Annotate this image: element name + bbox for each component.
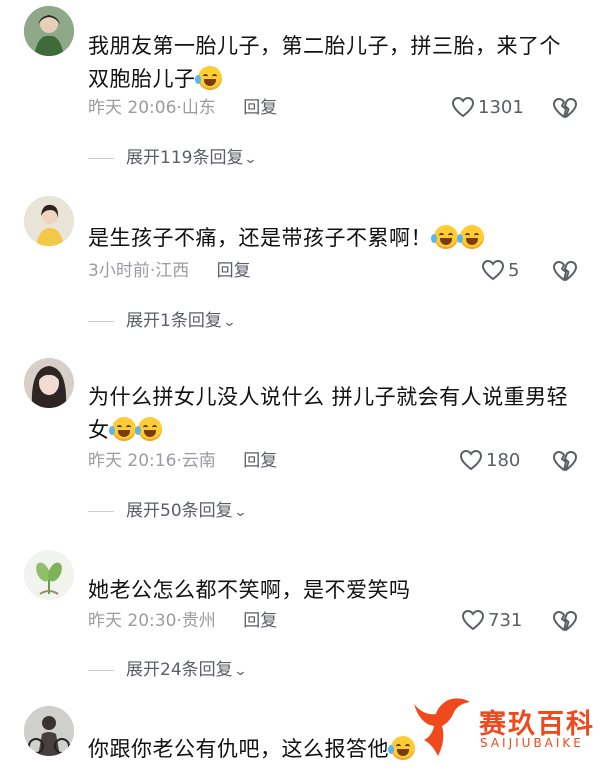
like-count: 731 [488, 610, 523, 631]
heart-outline-icon [451, 96, 475, 118]
reply-button[interactable]: 回复 [243, 451, 277, 471]
comment-time: 昨天 20:06 [88, 98, 177, 118]
laughing-tears-emoji-icon [134, 417, 162, 441]
dislike-button[interactable] [552, 96, 578, 122]
divider-line [88, 157, 114, 159]
watermark-logo: 赛玖百科 SAIJIUBAIKE [408, 696, 593, 766]
username-blurred[interactable] [88, 711, 198, 725]
broken-heart-icon [553, 261, 577, 281]
comment-text: 我朋友第一胎儿子，第二胎儿子，拼三胎，来了个双胞胎儿子 [88, 34, 561, 91]
username-blurred[interactable] [88, 549, 208, 563]
comment-text: 她老公怎么都不笑啊，是不爱笑吗 [88, 578, 411, 602]
like-button[interactable]: 180 [459, 448, 520, 474]
comment-text: 是生孩子不痛，还是带孩子不累啊！ [88, 222, 578, 255]
divider-line [88, 669, 114, 671]
comment-time: 昨天 20:16 [88, 451, 177, 471]
avatar[interactable] [24, 6, 74, 56]
expand-replies-button[interactable]: 展开24条回复⌄ [88, 658, 248, 682]
like-count: 180 [486, 450, 521, 471]
heart-outline-icon [481, 259, 505, 281]
username-blurred[interactable] [88, 355, 328, 369]
laughing-tears-emoji-icon [108, 417, 136, 441]
like-button[interactable]: 731 [461, 608, 522, 634]
whale-tail-logo-icon [414, 698, 470, 756]
reply-button[interactable]: 回复 [243, 98, 277, 118]
laughing-tears-emoji-icon [431, 225, 458, 249]
dislike-button[interactable] [552, 449, 578, 475]
comment-location: 贵州 [181, 611, 216, 631]
chevron-down-icon: ⌄ [233, 664, 248, 679]
divider-line [88, 320, 114, 322]
comment-meta: 昨天 20:06·山东 回复 [88, 98, 278, 118]
chevron-down-icon: ⌄ [222, 315, 237, 330]
divider-line [88, 510, 114, 512]
like-button[interactable]: 1301 [451, 95, 524, 121]
chevron-down-icon: ⌄ [243, 152, 258, 167]
chevron-down-icon: ⌄ [233, 505, 248, 520]
laughing-tears-emoji-icon [194, 66, 222, 90]
avatar[interactable] [24, 358, 74, 408]
expand-replies-button[interactable]: 展开1条回复⌄ [88, 309, 237, 333]
username-blurred[interactable] [88, 203, 158, 217]
comment-meta: 昨天 20:30·贵州 回复 [88, 611, 278, 631]
comment-text: 为什么拼女儿没人说什么 拼儿子就会有人说重男轻女 [88, 385, 569, 442]
dislike-button[interactable] [552, 609, 578, 635]
avatar[interactable] [24, 196, 74, 246]
comment-location: 云南 [181, 451, 216, 471]
comment-location: 山东 [181, 98, 216, 118]
like-count: 1301 [478, 97, 524, 118]
comment-meta: 昨天 20:16·云南 回复 [88, 451, 278, 471]
comment-time: 昨天 20:30 [88, 611, 177, 631]
like-button[interactable]: 5 [481, 258, 519, 284]
avatar[interactable] [24, 550, 74, 600]
broken-heart-icon [553, 451, 577, 471]
expand-replies-button[interactable]: 展开50条回复⌄ [88, 499, 248, 523]
like-count: 5 [508, 260, 520, 281]
reply-button[interactable]: 回复 [217, 261, 251, 281]
broken-heart-icon [553, 98, 577, 118]
avatar[interactable] [24, 706, 74, 756]
comment-time: 3小时前 [88, 261, 150, 281]
comment-location: 江西 [155, 261, 190, 281]
comment-meta: 3小时前·江西 回复 [88, 261, 251, 281]
expand-replies-button[interactable]: 展开119条回复⌄ [88, 146, 258, 170]
watermark-pinyin: SAIJIUBAIKE [480, 736, 584, 750]
laughing-tears-emoji-icon [457, 225, 484, 249]
heart-outline-icon [459, 449, 483, 471]
username-blurred[interactable] [88, 10, 118, 24]
heart-outline-icon [461, 609, 485, 631]
broken-heart-icon [553, 611, 577, 631]
reply-button[interactable]: 回复 [243, 611, 277, 631]
dislike-button[interactable] [552, 259, 578, 285]
